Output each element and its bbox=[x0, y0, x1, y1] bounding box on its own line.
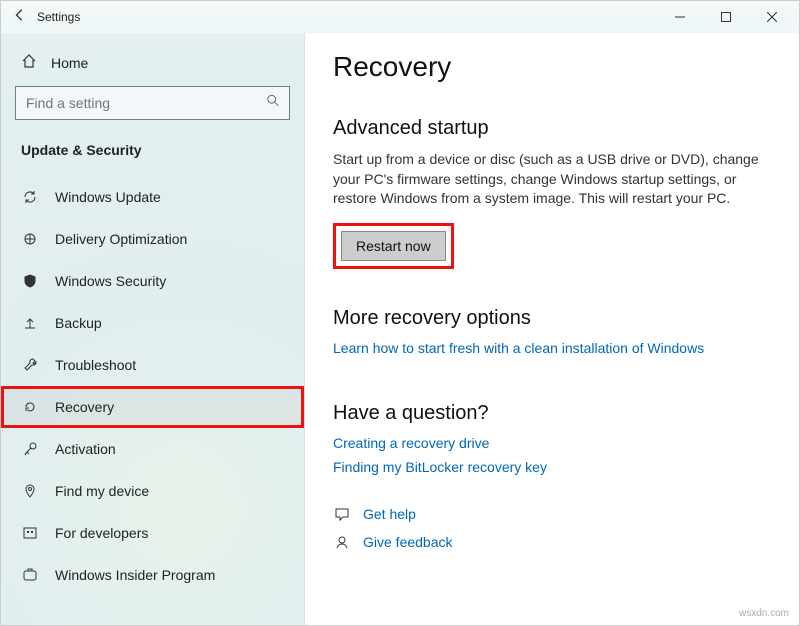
sidebar-item-troubleshoot[interactable]: Troubleshoot bbox=[1, 344, 304, 386]
home-label: Home bbox=[51, 55, 88, 71]
section-have-a-question: Have a question? Creating a recovery dri… bbox=[333, 402, 771, 483]
bitlocker-key-link[interactable]: Finding my BitLocker recovery key bbox=[333, 459, 547, 475]
sidebar-item-label: Delivery Optimization bbox=[55, 231, 187, 247]
get-help-link[interactable]: Get help bbox=[363, 506, 416, 522]
sidebar-item-label: Windows Security bbox=[55, 273, 166, 289]
advanced-startup-description: Start up from a device or disc (such as … bbox=[333, 150, 771, 209]
sidebar-item-backup[interactable]: Backup bbox=[1, 302, 304, 344]
give-feedback-link[interactable]: Give feedback bbox=[363, 534, 453, 550]
sidebar-section-title: Update & Security bbox=[1, 134, 304, 176]
insider-icon bbox=[21, 566, 39, 584]
shield-icon bbox=[21, 272, 39, 290]
backup-icon bbox=[21, 314, 39, 332]
sidebar-item-label: Backup bbox=[55, 315, 102, 331]
key-icon bbox=[21, 440, 39, 458]
sidebar-item-label: Windows Insider Program bbox=[55, 567, 215, 583]
question-heading: Have a question? bbox=[333, 402, 771, 425]
sync-icon bbox=[21, 188, 39, 206]
sidebar-item-home[interactable]: Home bbox=[1, 45, 304, 86]
close-button[interactable] bbox=[749, 1, 795, 33]
restart-button-highlight: Restart now bbox=[333, 223, 454, 269]
sidebar-item-recovery[interactable]: Recovery bbox=[1, 386, 304, 428]
search-icon bbox=[266, 94, 280, 113]
recovery-icon bbox=[21, 398, 39, 416]
minimize-button[interactable] bbox=[657, 1, 703, 33]
sidebar-item-label: Find my device bbox=[55, 483, 149, 499]
restart-now-button[interactable]: Restart now bbox=[341, 231, 446, 261]
section-more-recovery: More recovery options Learn how to start… bbox=[333, 307, 771, 364]
feedback-icon bbox=[333, 533, 351, 551]
developer-icon bbox=[21, 524, 39, 542]
search-input[interactable] bbox=[15, 86, 290, 120]
more-recovery-heading: More recovery options bbox=[333, 307, 771, 330]
titlebar: Settings bbox=[1, 1, 799, 33]
sidebar-item-activation[interactable]: Activation bbox=[1, 428, 304, 470]
maximize-button[interactable] bbox=[703, 1, 749, 33]
sidebar-item-label: Windows Update bbox=[55, 189, 161, 205]
wrench-icon bbox=[21, 356, 39, 374]
recovery-drive-link[interactable]: Creating a recovery drive bbox=[333, 435, 489, 451]
sidebar-item-windows-security[interactable]: Windows Security bbox=[1, 260, 304, 302]
content-area: Recovery Advanced startup Start up from … bbox=[305, 33, 799, 625]
sidebar-item-windows-update[interactable]: Windows Update bbox=[1, 176, 304, 218]
home-icon bbox=[21, 53, 37, 72]
sidebar-item-label: For developers bbox=[55, 525, 148, 541]
location-icon bbox=[21, 482, 39, 500]
sidebar-item-for-developers[interactable]: For developers bbox=[1, 512, 304, 554]
sidebar-item-label: Troubleshoot bbox=[55, 357, 136, 373]
sidebar-item-delivery-optimization[interactable]: Delivery Optimization bbox=[1, 218, 304, 260]
sidebar-item-find-my-device[interactable]: Find my device bbox=[1, 470, 304, 512]
section-help: Get help Give feedback bbox=[333, 505, 771, 551]
delivery-icon bbox=[21, 230, 39, 248]
sidebar-item-label: Activation bbox=[55, 441, 116, 457]
sidebar-item-label: Recovery bbox=[55, 399, 114, 415]
sidebar-item-windows-insider[interactable]: Windows Insider Program bbox=[1, 554, 304, 596]
page-title: Recovery bbox=[333, 51, 771, 83]
section-advanced-startup: Advanced startup Start up from a device … bbox=[333, 117, 771, 269]
window-title: Settings bbox=[37, 10, 80, 24]
get-help-icon bbox=[333, 505, 351, 523]
start-fresh-link[interactable]: Learn how to start fresh with a clean in… bbox=[333, 340, 704, 356]
sidebar: Home Update & Security Windows Update bbox=[1, 33, 305, 625]
back-icon[interactable] bbox=[13, 8, 27, 27]
watermark: wsxdn.com bbox=[739, 608, 789, 619]
advanced-startup-heading: Advanced startup bbox=[333, 117, 771, 140]
